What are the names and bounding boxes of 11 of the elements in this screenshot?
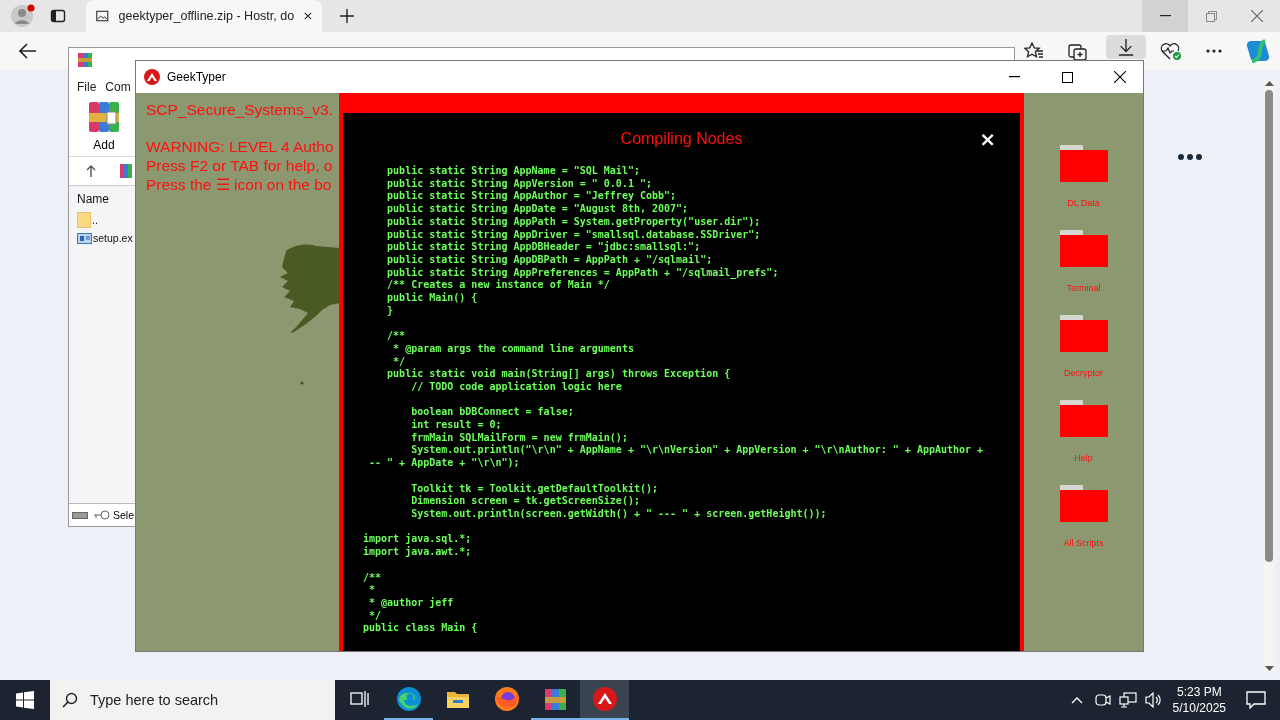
window-title: GeekTyper: [167, 70, 226, 84]
tab-title: geektyper_offline.zip - Hostr, do: [118, 9, 295, 23]
dialog-title: Compiling Nodes: [620, 130, 743, 148]
clock-time: 5:23 PM: [1176, 684, 1222, 700]
notice-text: Press F2 or TAB for help, o: [146, 156, 333, 175]
notice-text: Press the ☰ icon on the bo: [146, 175, 332, 194]
status-text: Sele: [113, 509, 134, 521]
system-heading: SCP_Secure_Systems_v3.: [146, 100, 333, 119]
clock-date: 5/10/2025: [1172, 700, 1226, 716]
notice-text: WARNING: LEVEL 4 Autho: [146, 137, 334, 156]
code-listing: public static String AppName = "SQL Mail"; public static String AppVersion = " 0.0.1 "; public static String AppAuthor = "Jeffrey Cobb"; public static String AppDate = "August 8th, 2007"; public static String AppPath = System.getProperty("user.dir"); public static String AppDriver = "smallsql.database.SSDriver"; public static String AppDBHeader = "jdbc:smallsql:"; public static String AppDBPath = AppPath + "/sqlmail"; public static String AppPreferences = AppPath + "/sqlmail_prefs"; /** Creates a new instance of Main */ public Main() { } /** * @param args the command line arguments */ public static void main(String[] args) throws Exception { // TODO code application logic here boolean bDBConnect = false; int result = 0; frmMain SQLMailForm = new frmMain(); System.out.println("\r\n" + AppName + "\r\nVersion" + AppVersion + "\r\nAuthor: " + AppAuthor + -- " + AppDate + "\r\n"); Toolkit tk = Toolkit.getDefaultToolkit(); Dimension screen = tk.getScreenSize(); System.out.println(screen.getWidth() + " --- " + screen.getHeight()); import java.sql.*; import java.awt.*; /** * * @author jeff */ public class Main {: [363, 165, 985, 635]
